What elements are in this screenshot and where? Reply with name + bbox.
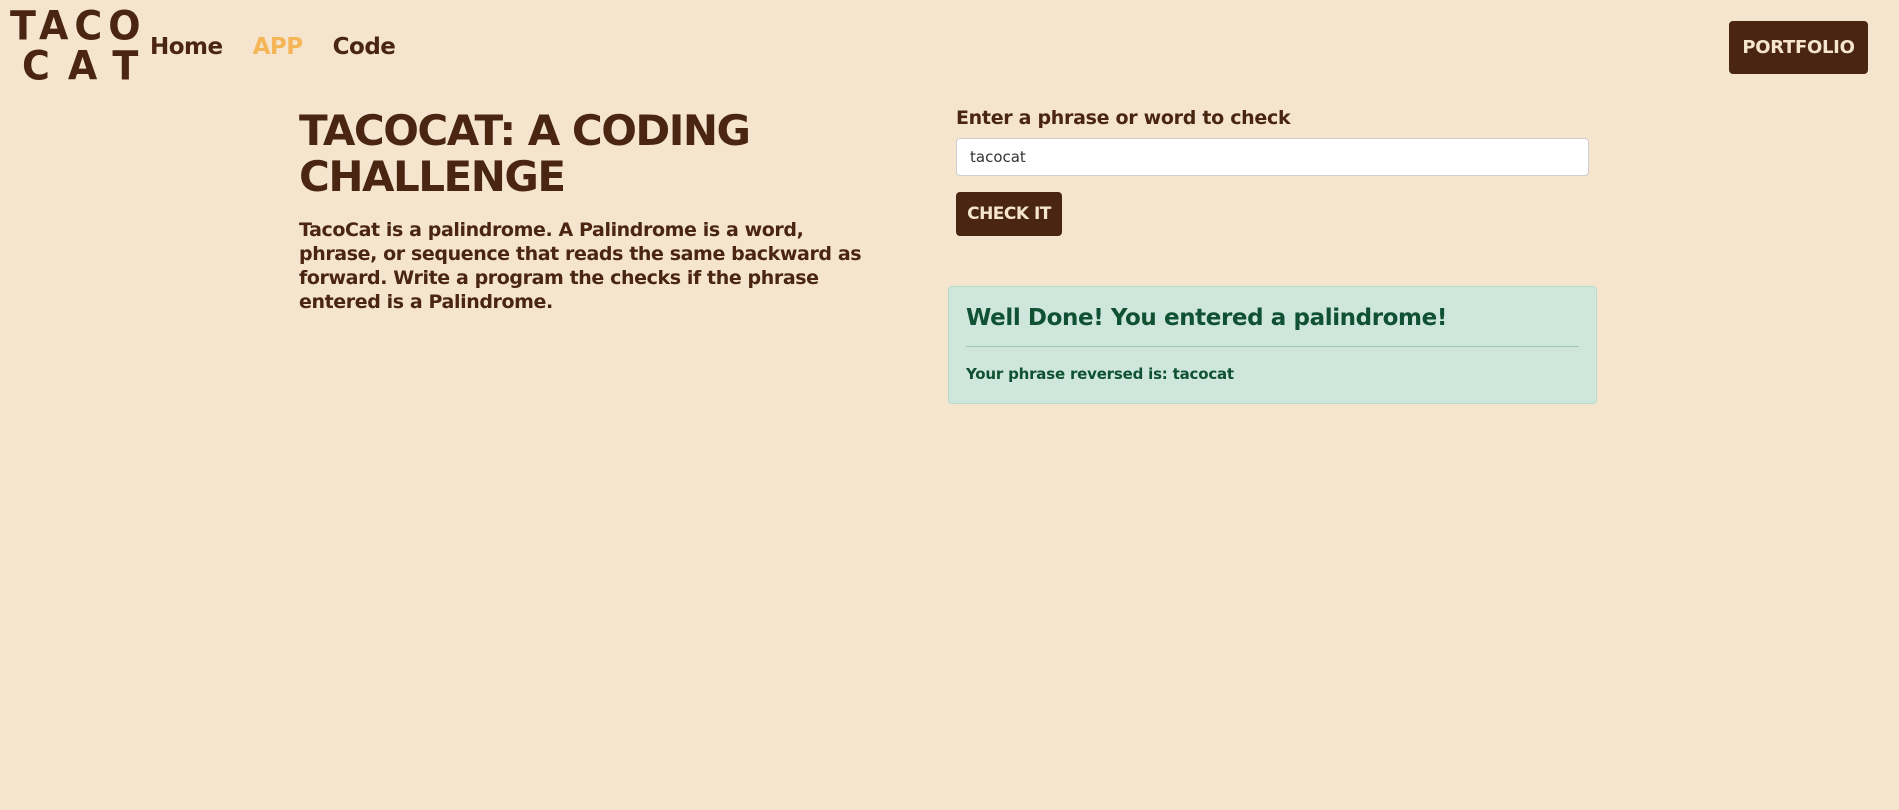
intro-section: TacoCat: A Coding Challenge TacoCat is a… [299, 108, 879, 314]
intro-description: TacoCat is a palindrome. A Palindrome is… [299, 218, 879, 314]
phrase-input[interactable] [956, 138, 1589, 176]
logo-line-1: TACO [10, 2, 147, 50]
result-divider [966, 346, 1579, 347]
portfolio-button[interactable]: PORTFOLIO [1729, 21, 1868, 74]
result-message: Your phrase reversed is: tacocat [966, 365, 1579, 383]
page-title: TacoCat: A Coding Challenge [299, 106, 751, 201]
nav-link-app[interactable]: APP [253, 34, 304, 60]
logo-line-2: CAT [22, 42, 157, 90]
result-heading: Well Done! You entered a palindrome! [966, 305, 1447, 331]
nav-links: Home APP Code [150, 34, 396, 60]
check-it-button[interactable]: Check It [956, 192, 1062, 236]
nav-link-home[interactable]: Home [150, 34, 223, 60]
logo[interactable]: TACO CAT [10, 2, 157, 90]
phrase-label: Enter a phrase or word to check [956, 107, 1291, 129]
description-emphasis: Palindrome. [428, 291, 554, 313]
checker-section: Enter a phrase or word to check Check It… [948, 106, 1598, 404]
result-alert: Well Done! You entered a palindrome! You… [948, 286, 1597, 404]
result-message-prefix: Your phrase reversed is: [966, 365, 1173, 383]
nav-link-code[interactable]: Code [333, 34, 396, 60]
navbar: TACO CAT Home APP Code PORTFOLIO [0, 0, 1899, 100]
page: TACO CAT Home APP Code PORTFOLIO TacoCat… [0, 0, 1899, 810]
description-text: TacoCat is a palindrome. A Palindrome is… [299, 219, 862, 313]
result-reversed: tacocat [1172, 365, 1234, 383]
